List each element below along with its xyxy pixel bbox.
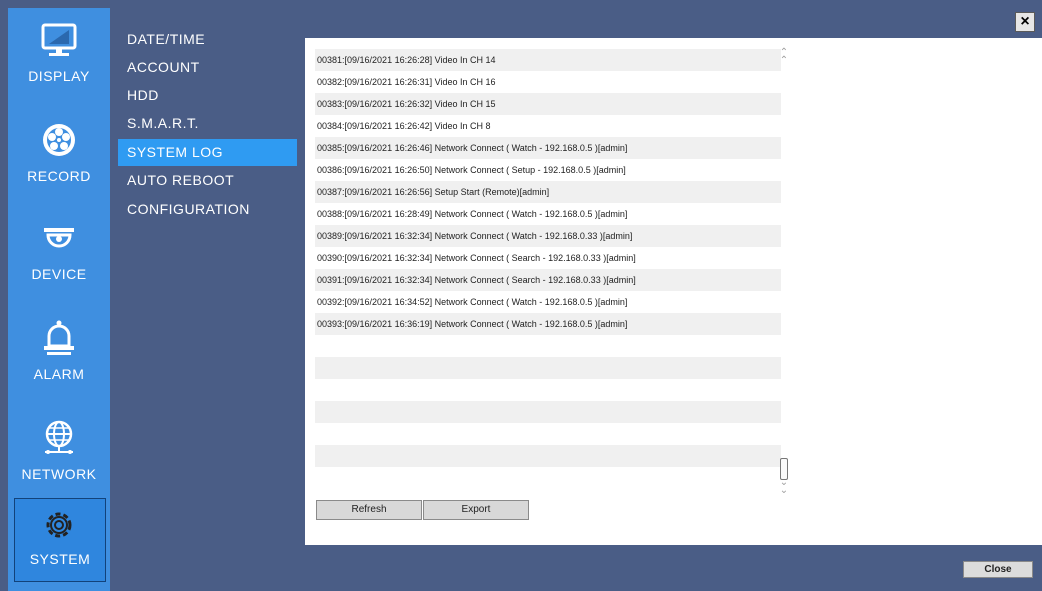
nav-device-label: DEVICE (31, 266, 87, 282)
system-submenu: DATE/TIME ACCOUNT HDD S.M.A.R.T. SYSTEM … (110, 8, 305, 553)
film-reel-icon (43, 124, 75, 156)
scroll-up-icon[interactable]: ⌃ ⌃ (778, 48, 790, 66)
nav-record-label: RECORD (27, 168, 91, 184)
log-row: 00387:[09/16/2021 16:26:56] Setup Start … (315, 181, 781, 203)
log-row: 00384:[09/16/2021 16:26:42] Video In CH … (317, 121, 491, 131)
submenu-auto-reboot[interactable]: AUTO REBOOT (118, 167, 297, 194)
submenu-system-log[interactable]: SYSTEM LOG (118, 139, 297, 166)
log-row: 00392:[09/16/2021 16:34:52] Network Conn… (317, 297, 628, 307)
log-row (315, 379, 781, 401)
refresh-button[interactable]: Refresh (316, 500, 422, 520)
nav-system-label: SYSTEM (29, 551, 91, 567)
log-row: 00389:[09/16/2021 16:32:34] Network Conn… (315, 225, 781, 247)
log-row (315, 401, 781, 423)
main-nav: DISPLAY RECORD DEVICE ALARM NETWORK SYST… (8, 8, 110, 591)
log-row: 00382:[09/16/2021 16:26:31] Video In CH … (317, 77, 496, 87)
log-row: 00385:[09/16/2021 16:26:46] Network Conn… (315, 137, 781, 159)
log-row (315, 445, 781, 467)
nav-network-label: NETWORK (21, 466, 97, 482)
nav-display[interactable]: DISPLAY (8, 12, 110, 102)
close-button[interactable]: Close (963, 561, 1033, 578)
export-button[interactable]: Export (423, 500, 529, 520)
settings-window: DISPLAY RECORD DEVICE ALARM NETWORK SYST… (0, 0, 1042, 591)
nav-display-label: DISPLAY (28, 68, 90, 84)
system-log-panel: 00381:[09/16/2021 16:26:28] Video In CH … (305, 38, 1042, 545)
nav-network[interactable]: NETWORK (8, 410, 110, 500)
submenu-configuration[interactable]: CONFIGURATION (118, 196, 297, 223)
log-row (315, 423, 781, 445)
nav-alarm-label: ALARM (33, 366, 85, 382)
scroll-down-icon[interactable]: ⌄ ⌄ (778, 478, 790, 496)
log-row: 00381:[09/16/2021 16:26:28] Video In CH … (315, 49, 781, 71)
monitor-icon (41, 23, 77, 56)
nav-record[interactable]: RECORD (8, 112, 110, 202)
gear-icon (46, 512, 72, 538)
camera-dome-icon (44, 228, 74, 248)
bell-icon (44, 320, 74, 355)
log-row (315, 357, 781, 379)
nav-system[interactable]: SYSTEM (14, 498, 106, 582)
log-row (315, 467, 781, 489)
log-row: 00386:[09/16/2021 16:26:50] Network Conn… (317, 165, 626, 175)
close-x-button[interactable]: × (1015, 12, 1035, 32)
nav-alarm[interactable]: ALARM (8, 310, 110, 400)
log-row: 00391:[09/16/2021 16:32:34] Network Conn… (315, 269, 781, 291)
log-row: 00390:[09/16/2021 16:32:34] Network Conn… (317, 253, 636, 263)
log-row (315, 335, 781, 357)
log-row: 00393:[09/16/2021 16:36:19] Network Conn… (315, 313, 781, 335)
submenu-date-time[interactable]: DATE/TIME (118, 26, 297, 53)
log-row: 00388:[09/16/2021 16:28:49] Network Conn… (317, 209, 628, 219)
globe-icon (45, 420, 73, 454)
log-row: 00383:[09/16/2021 16:26:32] Video In CH … (315, 93, 781, 115)
nav-device[interactable]: DEVICE (8, 210, 110, 300)
submenu-hdd[interactable]: HDD (118, 82, 297, 109)
submenu-account[interactable]: ACCOUNT (118, 54, 297, 81)
panel-header (305, 8, 1042, 38)
submenu-smart[interactable]: S.M.A.R.T. (118, 110, 297, 137)
